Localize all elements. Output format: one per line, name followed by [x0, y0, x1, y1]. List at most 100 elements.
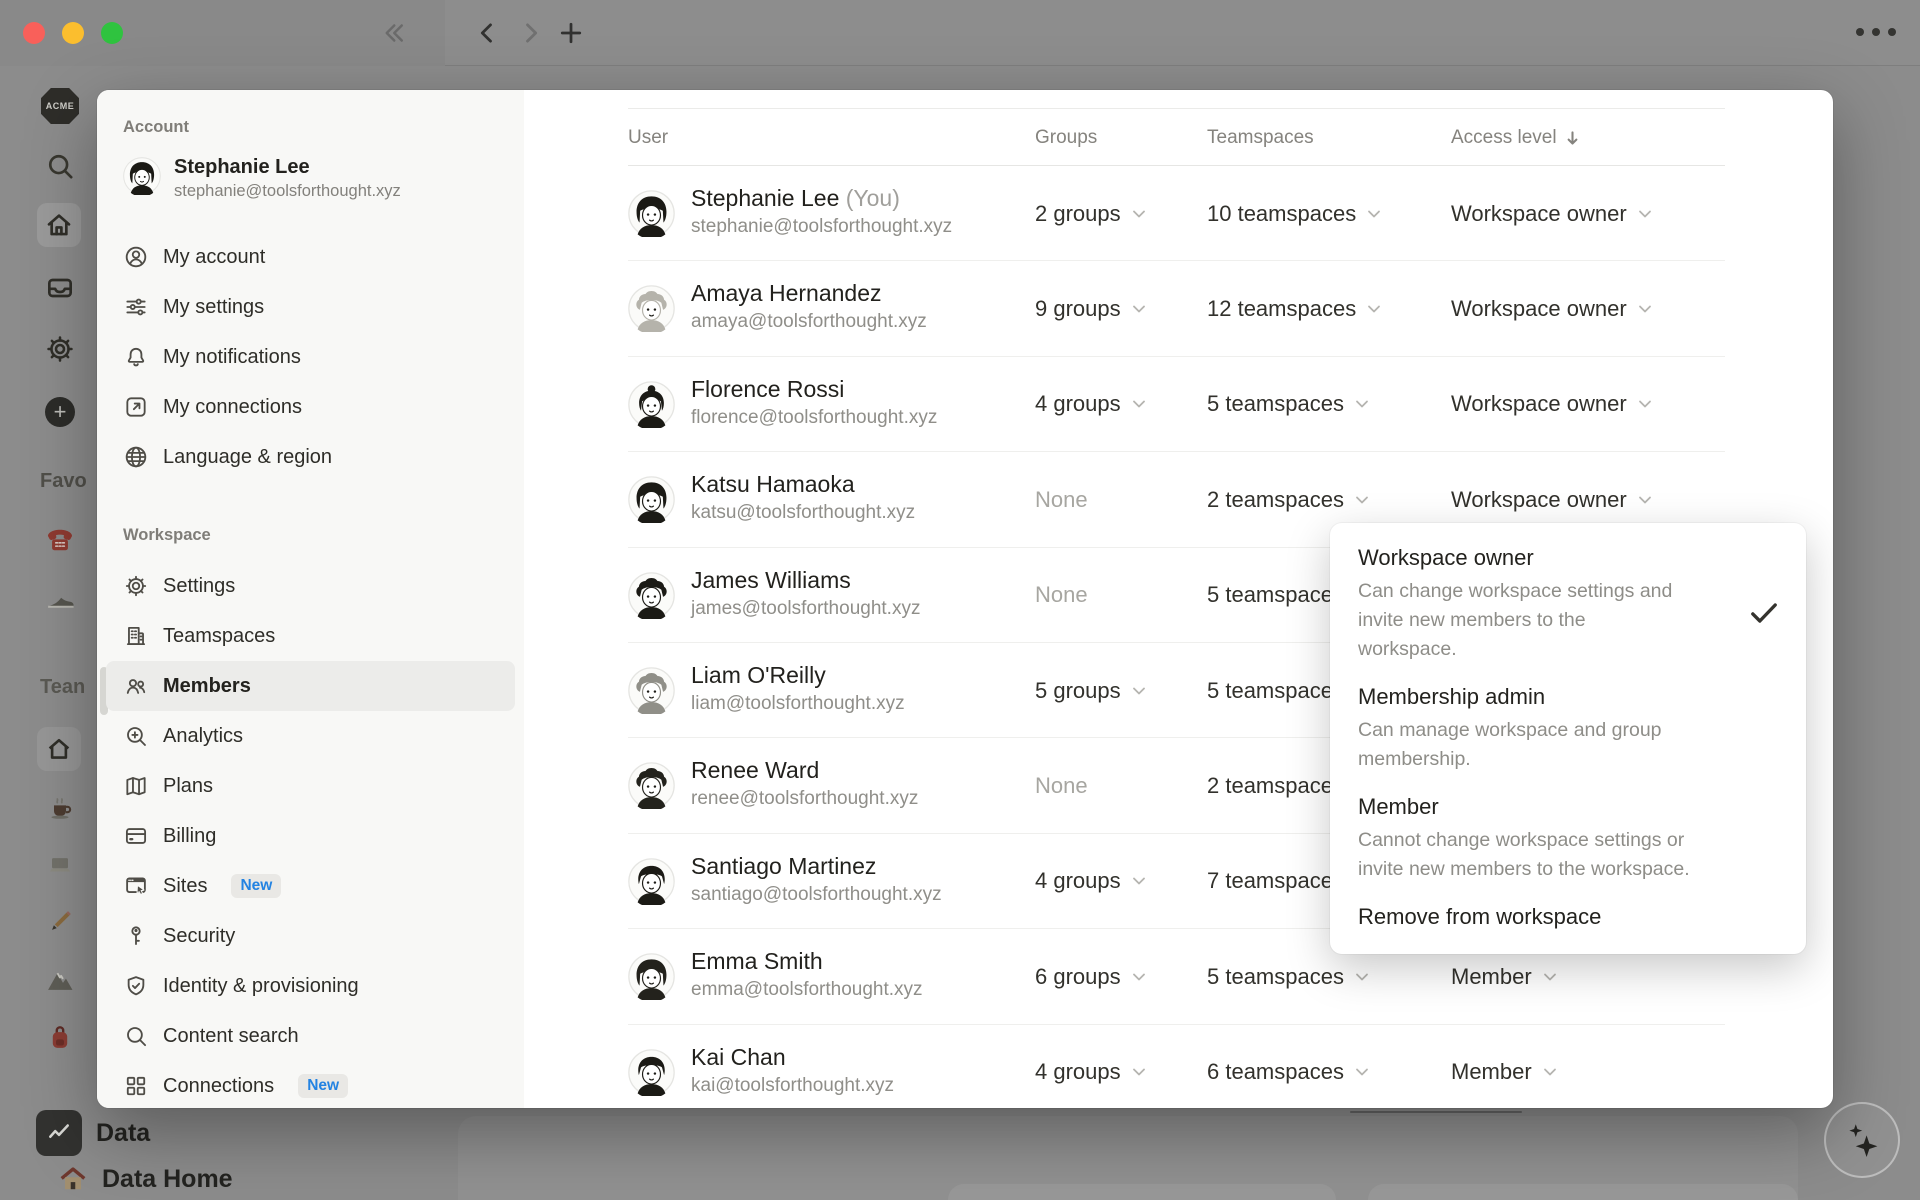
settings-gear-icon[interactable] — [38, 327, 82, 371]
sidebar-item-data[interactable]: Data — [36, 1110, 150, 1156]
key-icon — [123, 923, 149, 949]
groups-dropdown[interactable]: 4 groups — [1035, 357, 1200, 452]
shield-check-icon — [123, 973, 149, 999]
chevron-down-icon — [1638, 305, 1651, 313]
mountain-icon[interactable] — [38, 958, 82, 1002]
column-header-groups[interactable]: Groups — [1035, 109, 1097, 167]
user-email: florence@toolsforthought.xyz — [691, 406, 938, 428]
dropdown-option-membership-admin[interactable]: Membership admin Can manage workspace an… — [1358, 684, 1782, 774]
sidebar-collapse-icon[interactable] — [374, 14, 412, 52]
globe-icon — [123, 444, 149, 470]
search-icon[interactable] — [38, 144, 82, 188]
sidebar-item-identity-provisioning[interactable]: Identity & provisioning — [106, 961, 515, 1011]
account-profile[interactable]: Stephanie Lee stephanie@toolsforthought.… — [123, 156, 401, 201]
table-row: Stephanie Lee (You) stephanie@toolsforth… — [628, 166, 1725, 262]
dropdown-option-workspace-owner[interactable]: Workspace owner Can change workspace set… — [1358, 545, 1782, 664]
column-header-user[interactable]: User — [628, 109, 668, 167]
teamspaces-dropdown[interactable]: 10 teamspaces — [1207, 166, 1447, 261]
sidebar-item-label: My notifications — [163, 345, 301, 368]
chevron-down-icon — [1132, 210, 1145, 218]
sidebar-item-my-account[interactable]: My account — [106, 232, 515, 282]
traffic-light-minimize[interactable] — [62, 22, 84, 44]
groups-dropdown[interactable]: 6 groups — [1035, 929, 1200, 1024]
option-description: Cannot change workspace settings or invi… — [1358, 829, 1690, 880]
teamspaces-dropdown[interactable]: 5 teamspaces — [1207, 357, 1447, 452]
groups-dropdown[interactable]: 5 groups — [1035, 643, 1200, 738]
access-level-dropdown-trigger[interactable]: Workspace owner — [1451, 166, 1721, 261]
backpack-icon[interactable] — [38, 1016, 82, 1060]
teamspace-home-icon[interactable] — [37, 727, 81, 771]
traffic-light-close[interactable] — [23, 22, 45, 44]
sidebar-item-plans[interactable]: Plans — [106, 761, 515, 811]
sidebar-item-data-home[interactable]: Data Home — [56, 1162, 233, 1196]
background-card — [1368, 1184, 1798, 1200]
access-level-dropdown-trigger[interactable]: Workspace owner — [1451, 261, 1721, 356]
ai-sparkle-button[interactable] — [1824, 1102, 1900, 1178]
sidebar-item-my-notifications[interactable]: My notifications — [106, 332, 515, 382]
sidebar-item-connections[interactable]: Connections New — [106, 1061, 515, 1108]
sort-descending-icon — [1567, 130, 1578, 145]
more-options-icon[interactable] — [1856, 28, 1896, 36]
column-header-access-level[interactable]: Access level — [1451, 109, 1580, 167]
groups-dropdown[interactable]: 4 groups — [1035, 1025, 1200, 1108]
new-tab-icon[interactable] — [552, 14, 590, 52]
user-name: Emma Smith — [691, 948, 823, 975]
teamspaces-dropdown[interactable]: 6 teamspaces — [1207, 1025, 1447, 1108]
avatar — [628, 571, 675, 621]
inbox-icon[interactable] — [38, 266, 82, 310]
coffee-icon[interactable] — [38, 784, 82, 828]
telephone-icon[interactable] — [38, 518, 82, 562]
sidebar-item-members[interactable]: Members — [106, 661, 515, 711]
traffic-light-zoom[interactable] — [101, 22, 123, 44]
sidebar-item-settings[interactable]: Settings — [106, 561, 515, 611]
home-icon[interactable] — [37, 203, 81, 247]
sidebar-item-security[interactable]: Security — [106, 911, 515, 961]
settings-modal: Account Stephanie Lee stephanie@toolsfor… — [97, 90, 1833, 1108]
you-suffix: (You) — [845, 185, 900, 211]
sidebar-item-analytics[interactable]: Analytics — [106, 711, 515, 761]
option-description: Can change workspace settings and invite… — [1358, 580, 1673, 660]
sidebar-item-language-region[interactable]: Language & region — [106, 432, 515, 482]
sidebar-item-content-search[interactable]: Content search — [106, 1011, 515, 1061]
avatar — [628, 190, 675, 240]
new-page-plus-icon[interactable]: + — [38, 390, 82, 434]
sidebar-item-billing[interactable]: Billing — [106, 811, 515, 861]
members-table-header: User Groups Teamspaces Access level — [628, 108, 1725, 166]
dropdown-option-remove-from-workspace[interactable]: Remove from workspace — [1358, 904, 1782, 930]
sidebar-item-label: Plans — [163, 774, 214, 797]
groups-dropdown[interactable]: 4 groups — [1035, 834, 1200, 929]
access-level-dropdown-trigger[interactable]: Member — [1451, 1025, 1721, 1108]
data-home-label: Data Home — [102, 1164, 233, 1193]
avatar — [628, 380, 675, 430]
bell-icon — [123, 344, 149, 370]
sidebar-item-my-settings[interactable]: My settings — [106, 282, 515, 332]
sidebar-item-teamspaces[interactable]: Teamspaces — [106, 611, 515, 661]
option-title: Member — [1358, 794, 1439, 819]
chevron-down-icon — [1356, 401, 1368, 408]
groups-dropdown[interactable]: 9 groups — [1035, 261, 1200, 356]
new-badge: New — [231, 874, 282, 898]
dropdown-option-member[interactable]: Member Cannot change workspace settings … — [1358, 794, 1782, 884]
user-email: katsu@toolsforthought.xyz — [691, 502, 916, 524]
column-header-teamspaces[interactable]: Teamspaces — [1207, 109, 1314, 167]
pencil-icon[interactable] — [38, 900, 82, 944]
workspace-logo[interactable]: ACME — [41, 88, 79, 124]
groups-dropdown[interactable]: 2 groups — [1035, 166, 1200, 261]
favorites-section-label: Favo — [40, 470, 87, 492]
chevron-down-icon — [1356, 496, 1368, 504]
access-level-dropdown-trigger[interactable]: Workspace owner — [1451, 357, 1721, 452]
chevron-down-icon — [1132, 401, 1145, 408]
sidebar-item-sites[interactable]: Sites New — [106, 861, 515, 911]
sidebar-item-my-connections[interactable]: My connections — [106, 382, 515, 432]
forward-icon[interactable] — [512, 14, 550, 52]
user-email: santiago@toolsforthought.xyz — [691, 883, 942, 905]
back-icon[interactable] — [468, 14, 506, 52]
sneaker-icon[interactable] — [38, 578, 82, 622]
teamspaces-dropdown[interactable]: 12 teamspaces — [1207, 261, 1447, 356]
user-name: Florence Rossi — [691, 375, 845, 402]
laptop-icon[interactable] — [38, 842, 82, 886]
profile-name: Stephanie Lee — [174, 156, 310, 178]
avatar — [628, 857, 675, 907]
background-card — [948, 1184, 1336, 1200]
sidebar-item-label: Language & region — [163, 445, 333, 468]
